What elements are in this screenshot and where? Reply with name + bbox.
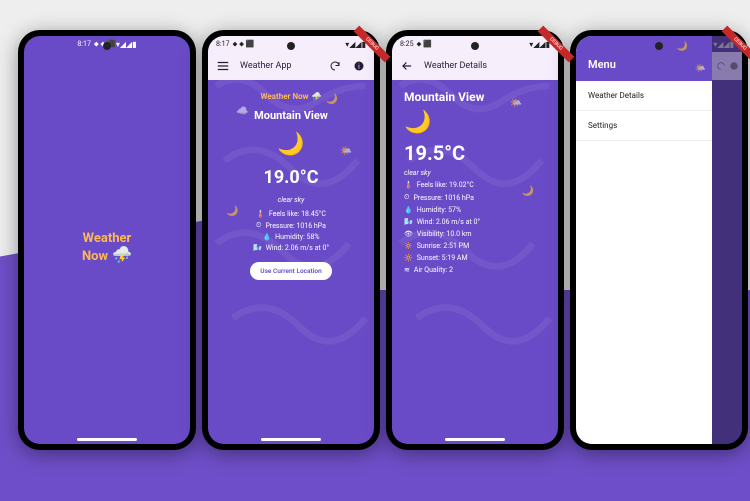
menu-icon[interactable] [216,59,230,73]
metric-pressure: ⏲Pressure: 1016 hPa [256,221,326,230]
metric-sunrise: 🔅Sunrise: 2:51 PM [404,242,469,250]
refresh-icon[interactable] [716,61,726,71]
use-location-button[interactable]: Use Current Location [250,262,331,280]
status-time: 8:25 [400,40,414,48]
gauge-icon: ⏲ [256,221,261,230]
drawer-item-weather-details[interactable]: Weather Details [576,81,712,111]
moon-icon: 🌙 [677,42,688,52]
metrics-list: 🌡️Feels like: 19.02°C ⏲Pressure: 1016 hP… [404,181,480,274]
cloud-lightning-icon: ⛈️ [311,92,321,101]
status-bar: 8:25⬥ ⬛ ▾◢◢▮ [392,36,558,52]
metric-visibility: 👁Visibility: 10.0 km [404,230,472,238]
status-time: 8:17 [77,40,91,48]
app-bar: Weather Details [392,52,558,80]
info-icon[interactable] [729,61,739,71]
sunrise-icon: 🔅 [404,242,413,250]
phone-details: DEBUG 8:25⬥ ⬛ ▾◢◢▮ Weather Details 🌤️ 🌙 … [386,30,564,450]
eye-icon: 👁 [404,230,413,238]
droplet-icon: 💧 [262,233,271,241]
cloud-lightning-icon: ⛈️ [112,245,132,264]
metric-humidity: 💧Humidity: 58% [262,233,319,241]
metric-feels-like: 🌡️Feels like: 18.45°C [256,210,326,218]
temperature: 19.0°C [264,167,319,188]
temperature: 19.5°C [404,141,465,165]
back-icon[interactable] [400,59,414,73]
appbar-title: Weather Details [424,61,487,71]
brand-badge: Weather Now⛈️ [261,92,322,101]
weather-description: clear sky [278,196,305,204]
svg-text:i: i [358,63,360,71]
sun-icon: 🌤️ [695,64,706,74]
info-icon[interactable]: i [352,59,366,73]
metric-wind: 🌬️Wind: 2.06 m/s at 0° [253,244,329,252]
metric-feels-like: 🌡️Feels like: 19.02°C [404,181,474,189]
weather-icon: 🌙 [277,132,304,157]
phone-home: DEBUG 8:17⬥ ⬥ ⬛ ▾◢◢▮ Weather App i ☁️ 🌙 … [202,30,380,450]
thermometer-icon: 🌡️ [256,210,265,218]
wind-icon: 🌬️ [253,244,262,252]
thermometer-icon: 🌡️ [404,181,413,189]
status-time: 8:17 [216,40,230,48]
metric-humidity: 💧Humidity: 57% [404,206,461,214]
metrics-list: 🌡️Feels like: 18.45°C ⏲Pressure: 1016 hP… [253,210,329,252]
wifi-icon: ▾◢◢▮ [116,40,137,49]
droplet-icon: 💧 [404,206,413,214]
app-bar-peek [712,52,742,80]
refresh-icon[interactable] [328,59,342,73]
phone-splash: 8:17⬥ ⬥ ⬛ ▾◢◢▮ Weather Now⛈️ [18,30,196,450]
splash-logo: Weather Now⛈️ [82,232,132,265]
wind-icon: 🌬️ [404,218,413,226]
status-bar: 8:17⬥ ⬥ ⬛ ▾◢◢▮ [208,36,374,52]
metric-air-quality: ≋Air Quality: 2 [404,266,453,274]
status-bar: 8:17⬥ ⬥ ⬛ ▾◢◢▮ [69,36,144,52]
gauge-icon: ⏲ [404,193,409,202]
weather-description: clear sky [404,169,431,177]
phone-drawer: DEBUG ⬥ ⬥ ⬛ ▾◢◢▮ 🌙 🌤️ Menu Weather Detai… [570,30,748,450]
drawer-header: 🌙 🌤️ Menu [576,36,712,81]
app-bar: Weather App i [208,52,374,80]
city-name: Mountain View [404,90,484,104]
metric-wind: 🌬️Wind: 2.06 m/s at 0° [404,218,480,226]
nav-drawer: 🌙 🌤️ Menu Weather Details Settings [576,36,712,444]
sunset-icon: 🔆 [404,254,413,262]
drawer-item-settings[interactable]: Settings [576,111,712,141]
appbar-title: Weather App [240,61,291,71]
city-name: Mountain View [254,109,328,122]
metric-sunset: 🔆Sunset: 5:19 AM [404,254,468,262]
weather-icon: 🌙 [404,110,431,135]
air-icon: ≋ [404,266,410,274]
metric-pressure: ⏲Pressure: 1016 hPa [404,193,474,202]
